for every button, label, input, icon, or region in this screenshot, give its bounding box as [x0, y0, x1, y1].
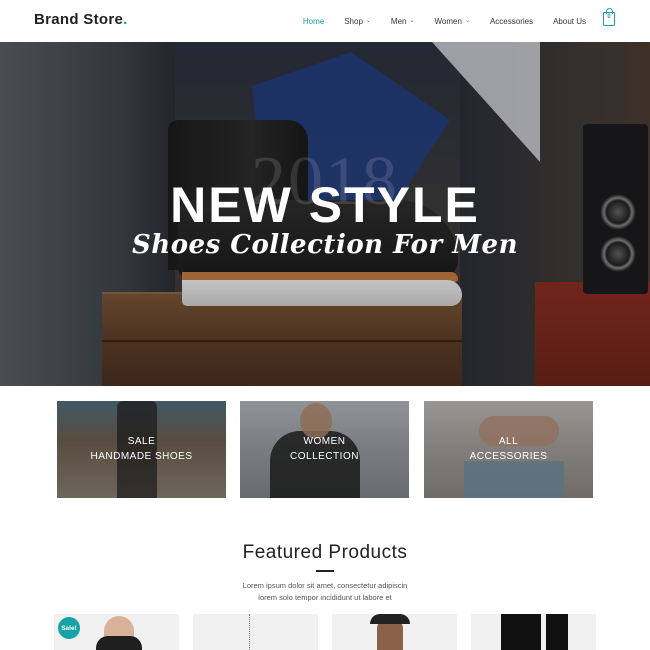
tile-label-line2: COLLECTION: [290, 451, 359, 462]
product-image: [546, 614, 568, 650]
product-card[interactable]: [193, 614, 318, 650]
cart-count: 0: [607, 14, 611, 20]
tile-label-line1: WOMEN: [303, 436, 346, 447]
chevron-down-icon: ⌄: [409, 17, 415, 24]
nav-label: Home: [302, 16, 325, 26]
tile-label-line2: ACCESSORIES: [469, 451, 548, 462]
product-image: [370, 614, 410, 624]
product-image: [96, 636, 142, 650]
nav-item-shop[interactable]: Shop ⌄: [344, 17, 371, 26]
tile-label-line1: SALE: [127, 436, 156, 447]
category-tile-women[interactable]: WOMEN COLLECTION: [240, 401, 409, 498]
nav-item-home[interactable]: Home: [303, 17, 324, 26]
category-tiles: SALE HANDMADE SHOES WOMEN COLLECTION ALL…: [57, 401, 593, 498]
chevron-down-icon: ⌄: [365, 17, 371, 24]
tile-label: SALE HANDMADE SHOES: [57, 434, 226, 464]
nav-label: Shop: [344, 16, 363, 26]
brand-name: Brand Store: [34, 11, 124, 28]
brand-logo[interactable]: Brand Store.: [34, 11, 128, 28]
featured-title: Featured Products: [242, 542, 408, 563]
featured-description: Lorem ipsum dolor sit amet, consectetur …: [200, 580, 450, 604]
tile-label: ALL ACCESSORIES: [424, 434, 593, 464]
brand-dot: .: [123, 11, 128, 28]
tile-label-line1: ALL: [498, 436, 519, 447]
nav-item-women[interactable]: Women ⌄: [435, 17, 470, 26]
category-tile-sale[interactable]: SALE HANDMADE SHOES: [57, 401, 226, 498]
tile-label: WOMEN COLLECTION: [240, 434, 409, 464]
nav-item-accessories[interactable]: Accessories: [490, 17, 533, 26]
hero-title: NEW STYLE: [170, 177, 480, 233]
product-grid: [54, 614, 596, 650]
product-card[interactable]: [332, 614, 457, 650]
shopping-bag-icon[interactable]: 0: [603, 8, 615, 26]
featured-desc-line1: Lorem ipsum dolor sit amet, consectetur …: [242, 581, 408, 590]
main-nav: Home Shop ⌄ Men ⌄ Women ⌄ Accessories About…: [283, 0, 586, 42]
chevron-down-icon: ⌄: [464, 17, 470, 24]
nav-label: Women: [434, 16, 462, 26]
featured-desc-line2: lorem solo tempor incididunt ut labore e…: [258, 593, 392, 602]
title-divider: [316, 570, 334, 572]
nav-item-about-us[interactable]: About Us: [553, 17, 586, 26]
hero-banner: 2018 NEW STYLE Shoes Collection For Men: [0, 42, 650, 386]
nav-item-men[interactable]: Men ⌄: [391, 17, 415, 26]
category-tile-accessories[interactable]: ALL ACCESSORIES: [424, 401, 593, 498]
nav-label: Accessories: [489, 16, 534, 26]
sale-badge: Sale!: [58, 617, 80, 639]
product-card[interactable]: [471, 614, 596, 650]
nav-label: Men: [390, 16, 407, 26]
product-image: [249, 614, 255, 650]
nav-label: About Us: [553, 16, 586, 26]
hero-subtitle: Shoes Collection For Men: [132, 230, 518, 260]
site-header: Brand Store. Home Shop ⌄ Men ⌄ Women ⌄ Acce…: [0, 0, 650, 42]
product-image: [501, 614, 541, 650]
tile-label-line2: HANDMADE SHOES: [90, 451, 193, 462]
